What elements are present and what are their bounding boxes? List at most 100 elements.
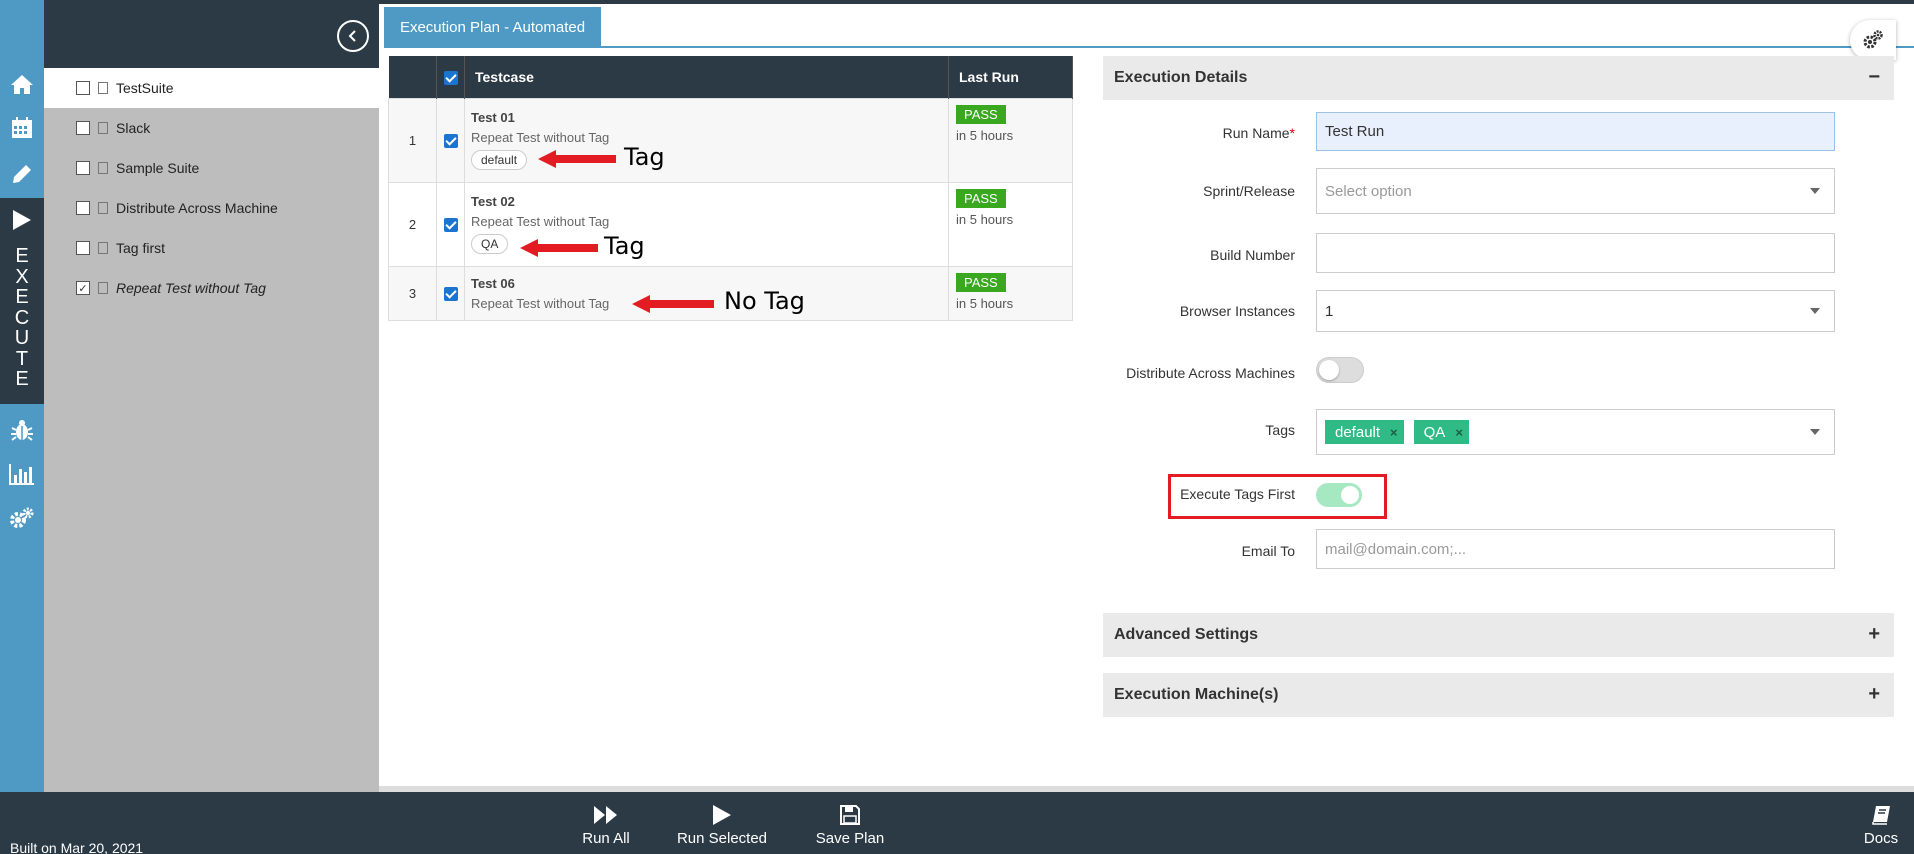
run-all-button[interactable]: Run All: [576, 800, 636, 847]
collapse-panel-button[interactable]: [337, 20, 369, 52]
testcase-cell: Test 01 Repeat Test without Tag default: [464, 97, 949, 183]
bug-icon[interactable]: [0, 410, 44, 450]
docs-button[interactable]: Docs: [1856, 800, 1906, 847]
row-number: 1: [388, 97, 437, 183]
document-icon: [98, 242, 108, 254]
suite-checkbox[interactable]: [76, 201, 90, 215]
row-checkbox[interactable]: [443, 217, 458, 232]
fast-forward-icon: [594, 806, 617, 824]
build-number-input[interactable]: [1316, 233, 1835, 273]
email-to-input[interactable]: mail@domain.com;...: [1316, 529, 1835, 569]
tag-chip-label: QA: [1423, 423, 1446, 441]
testcase-description: Repeat Test without Tag: [471, 130, 610, 145]
calendar-icon[interactable]: [0, 108, 44, 148]
tab-execution-plan-automated[interactable]: Execution Plan - Automated: [384, 7, 601, 47]
annotation-tag-2: Tag: [604, 232, 645, 260]
run-name-input[interactable]: Test Run: [1316, 112, 1835, 151]
last-run-cell: PASS in 5 hours: [948, 181, 1073, 267]
home-icon[interactable]: [0, 64, 44, 104]
table-row[interactable]: 1 Test 01 Repeat Test without Tag default PA…: [388, 97, 1073, 183]
testcase-title[interactable]: Test 02: [471, 194, 942, 209]
document-icon: [98, 282, 108, 294]
table-row[interactable]: 2 Test 02 Repeat Test without Tag QA PASS in …: [388, 181, 1073, 267]
tag-chip: QA ×: [1413, 420, 1469, 444]
annotation-arrow-2: [520, 239, 598, 257]
tag-chip: default ×: [1325, 420, 1404, 444]
row-select-cell[interactable]: [436, 265, 465, 321]
suite-checkbox[interactable]: [76, 241, 90, 255]
pencil-icon[interactable]: [0, 154, 44, 194]
table-header-last-run[interactable]: Last Run: [948, 56, 1073, 98]
advanced-settings-header[interactable]: Advanced Settings +: [1103, 613, 1894, 657]
suite-checkbox[interactable]: [76, 121, 90, 135]
suite-item-label: Distribute Across Machine: [116, 200, 278, 216]
collapse-icon[interactable]: −: [1868, 66, 1880, 89]
testcase-title[interactable]: Test 01: [471, 110, 942, 125]
annotation-arrow-3: [632, 295, 714, 313]
execute-rail-label: EXECUTE: [14, 245, 30, 390]
bar-chart-icon[interactable]: [0, 454, 44, 494]
build-date-text: Built on Mar 20, 2021: [10, 840, 144, 854]
suite-item[interactable]: ✓ Repeat Test without Tag: [44, 268, 379, 308]
remove-tag-icon[interactable]: ×: [1455, 425, 1463, 440]
main-nav-rail: EXECUTE: [0, 0, 44, 792]
suite-panel-header: [44, 4, 379, 68]
settings-float-button[interactable]: [1850, 20, 1896, 60]
suite-checkbox[interactable]: [76, 161, 90, 175]
distribute-across-machines-toggle[interactable]: [1316, 357, 1364, 383]
row-checkbox[interactable]: [443, 286, 458, 301]
run-name-label: Run Name*: [1222, 125, 1295, 141]
annotation-arrow-1: [538, 150, 616, 168]
testcase-title[interactable]: Test 06: [471, 276, 942, 291]
status-badge: PASS: [956, 188, 1006, 208]
advanced-settings-title: Advanced Settings: [1114, 626, 1259, 643]
tab-underline: [384, 46, 1914, 48]
save-plan-button[interactable]: Save Plan: [810, 800, 890, 847]
annotation-no-tag: No Tag: [724, 287, 805, 315]
execution-details-header[interactable]: Execution Details −: [1103, 56, 1894, 100]
row-select-cell[interactable]: [436, 97, 465, 183]
execute-nav-item[interactable]: EXECUTE: [0, 198, 44, 404]
sprint-release-select[interactable]: Select option: [1316, 168, 1835, 214]
expand-icon[interactable]: +: [1868, 683, 1880, 706]
play-icon: [713, 805, 731, 825]
suite-checkbox[interactable]: [76, 81, 90, 95]
book-icon: [1872, 806, 1890, 825]
browser-instances-label: Browser Instances: [1179, 303, 1295, 319]
execution-machines-header[interactable]: Execution Machine(s) +: [1103, 673, 1894, 717]
suite-checkbox[interactable]: ✓: [76, 281, 90, 295]
cogs-icon[interactable]: [0, 498, 44, 538]
table-header-testcase[interactable]: Testcase: [464, 56, 949, 98]
row-number: 3: [388, 265, 437, 321]
email-to-label: Email To: [1241, 543, 1295, 559]
suite-item-label: TestSuite: [116, 80, 174, 96]
browser-instances-select[interactable]: 1: [1316, 290, 1835, 332]
last-run-time: in 5 hours: [956, 295, 1014, 311]
table-header-number: [388, 56, 437, 98]
suite-item[interactable]: TestSuite: [44, 68, 379, 108]
tags-select[interactable]: default × QA ×: [1316, 409, 1835, 455]
row-select-cell[interactable]: [436, 181, 465, 267]
execution-machines-title: Execution Machine(s): [1114, 686, 1279, 703]
row-checkbox[interactable]: [443, 133, 458, 148]
tags-label: Tags: [1265, 422, 1295, 438]
distribute-across-machines-label: Distribute Across Machines: [1126, 365, 1295, 381]
cogs-icon: [1863, 30, 1883, 49]
chevron-down-icon: [1810, 308, 1820, 314]
tag-chip-list: default × QA ×: [1325, 420, 1479, 444]
suite-item[interactable]: Sample Suite: [44, 148, 379, 188]
suite-item[interactable]: Slack: [44, 108, 379, 148]
remove-tag-icon[interactable]: ×: [1390, 425, 1398, 440]
suite-item[interactable]: Tag first: [44, 228, 379, 268]
tag-chip-label: default: [1335, 423, 1381, 441]
chevron-left-icon: [348, 30, 356, 42]
save-icon: [840, 805, 860, 825]
play-icon: [13, 210, 31, 230]
suite-item[interactable]: Distribute Across Machine: [44, 188, 379, 228]
expand-icon[interactable]: +: [1868, 623, 1880, 646]
annotation-tag-1: Tag: [624, 143, 665, 171]
run-selected-button[interactable]: Run Selected: [672, 800, 772, 847]
last-run-cell: PASS in 5 hours: [948, 265, 1073, 321]
table-header-select-all[interactable]: [436, 56, 465, 98]
select-all-checkbox[interactable]: [443, 70, 458, 85]
